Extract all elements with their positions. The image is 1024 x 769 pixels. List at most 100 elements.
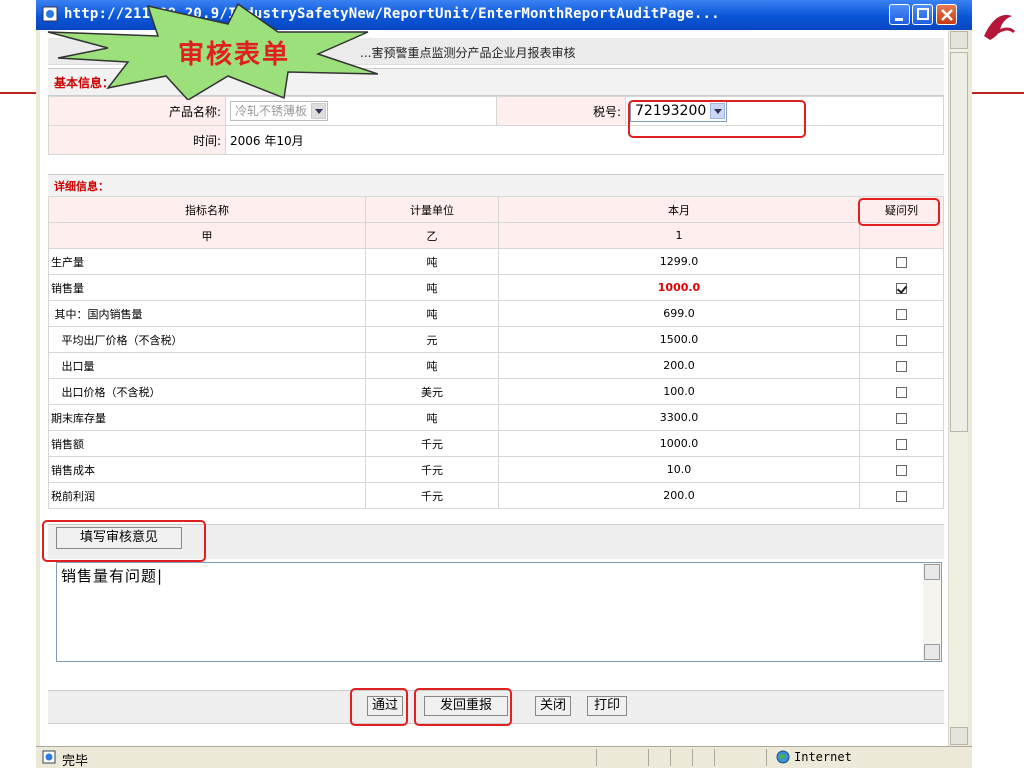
row-question-cell [859, 300, 944, 327]
question-checkbox[interactable] [896, 308, 907, 320]
table-row: 销售成本 千元 10.0 [48, 456, 944, 483]
status-divider [692, 749, 693, 766]
row-unit: 千元 [365, 430, 499, 457]
row-unit: 吨 [365, 274, 499, 301]
question-checkbox[interactable] [896, 464, 907, 476]
table-row: 税前利润 千元 200.0 [48, 482, 944, 509]
detail-table: 指标名称 计量单位 本月 疑问列 甲 乙 1 生产量吨 1299.0 销售量吨 100… [48, 196, 944, 509]
page-content: ...害预警重点监测分产品企业月报表审核 基本信息： 产品名称: 冷轧不锈薄板 … [40, 30, 948, 746]
maximize-button[interactable] [912, 4, 933, 25]
row-unit: 元 [365, 326, 499, 353]
row-name: 销售成本 [48, 456, 366, 483]
status-divider [714, 749, 715, 766]
index-month: 1 [498, 222, 860, 249]
question-checkbox[interactable] [896, 412, 907, 424]
row-question-cell [859, 274, 944, 301]
minimize-button[interactable] [889, 4, 910, 25]
question-checkbox[interactable] [896, 360, 907, 372]
scroll-down-icon[interactable] [950, 727, 968, 745]
row-unit: 吨 [365, 300, 499, 327]
row-value: 200.0 [498, 352, 860, 379]
row-question-cell [859, 456, 944, 483]
table-row: 平均出厂价格（不含税）元 1500.0 [48, 326, 944, 353]
row-unit: 吨 [365, 404, 499, 431]
scroll-up-icon[interactable] [950, 31, 968, 49]
product-name-value: 冷轧不锈薄板 [235, 104, 308, 118]
question-checkbox[interactable] [896, 334, 907, 346]
opinion-textarea[interactable]: 销售量有问题| [56, 562, 942, 662]
callout-text: 审核表单 [178, 40, 291, 70]
opinion-text: 销售量有问题| [61, 567, 164, 585]
table-row: 其中：国内销售量吨 699.0 [48, 300, 944, 327]
chevron-down-icon [311, 103, 327, 119]
close-button[interactable]: 关闭 [535, 696, 571, 716]
question-checkbox[interactable] [896, 282, 907, 294]
scroll-thumb[interactable] [950, 52, 968, 432]
tax-label: 税号: [496, 96, 626, 126]
page-scrollbar[interactable] [948, 30, 968, 746]
product-name-label: 产品名称: [48, 96, 226, 126]
question-checkbox[interactable] [896, 256, 907, 268]
status-bar: 完毕 Internet [36, 746, 972, 769]
index-question [859, 222, 944, 249]
row-question-cell [859, 248, 944, 275]
minimize-icon [895, 18, 903, 21]
row-value: 699.0 [498, 300, 860, 327]
close-icon [941, 9, 953, 21]
row-name: 税前利润 [48, 482, 366, 509]
time-value: 2006 年10月 [225, 125, 944, 155]
detail-info-label: 详细信息： [54, 180, 109, 193]
row-question-cell [859, 482, 944, 509]
index-unit: 乙 [365, 222, 499, 249]
slide-rule-left [0, 92, 40, 94]
row-unit: 吨 [365, 352, 499, 379]
row-value: 100.0 [498, 378, 860, 405]
question-checkbox[interactable] [896, 438, 907, 450]
page-title: ...害预警重点监测分产品企业月报表审核 [360, 46, 576, 60]
opinion-button-highlight [42, 520, 206, 562]
table-row: 出口价格（不含税） 美元 100.0 [48, 378, 944, 405]
row-name: 期末库存量 [48, 404, 366, 431]
tax-highlight [628, 100, 806, 138]
row-value: 1000.0 [498, 430, 860, 457]
time-label: 时间: [48, 125, 226, 155]
row-value: 1500.0 [498, 326, 860, 353]
question-column-highlight [858, 198, 940, 226]
row-value: 10.0 [498, 456, 860, 483]
row-question-cell [859, 378, 944, 405]
security-zone-text: Internet [794, 750, 852, 764]
row-unit: 吨 [365, 248, 499, 275]
question-checkbox[interactable] [896, 490, 907, 502]
col-header-unit: 计量单位 [365, 196, 499, 223]
row-value: 1000.0 [498, 274, 860, 301]
table-row: 生产量吨 1299.0 [48, 248, 944, 275]
row-question-cell [859, 404, 944, 431]
row-name: 销售量 [48, 274, 366, 301]
textarea-scrollbar[interactable] [923, 563, 941, 661]
close-window-button[interactable] [936, 4, 957, 25]
row-unit: 美元 [365, 378, 499, 405]
scroll-down-icon[interactable] [924, 644, 940, 660]
detail-info-bar [48, 174, 944, 197]
index-name: 甲 [48, 222, 366, 249]
row-value: 200.0 [498, 482, 860, 509]
basic-info-table: 产品名称: 冷轧不锈薄板 税号: 72193200 时间: 2006 年10月 [48, 96, 944, 155]
row-unit: 千元 [365, 482, 499, 509]
product-name-select[interactable]: 冷轧不锈薄板 [230, 101, 329, 121]
slide-rule-right [972, 92, 1024, 94]
product-name-cell: 冷轧不锈薄板 [225, 96, 497, 126]
scroll-up-icon[interactable] [924, 564, 940, 580]
row-question-cell [859, 352, 944, 379]
print-button[interactable]: 打印 [587, 696, 627, 716]
maximize-icon [917, 8, 929, 20]
slide-logo-icon [984, 14, 1016, 40]
row-value: 3300.0 [498, 404, 860, 431]
row-name: 其中：国内销售量 [48, 300, 366, 327]
table-row: 销售量吨 1000.0 [48, 274, 944, 301]
table-row: 期末库存量吨 3300.0 [48, 404, 944, 431]
row-value: 1299.0 [498, 248, 860, 275]
row-name: 平均出厂价格（不含税） [48, 326, 366, 353]
question-checkbox[interactable] [896, 386, 907, 398]
row-name: 生产量 [48, 248, 366, 275]
browser-window: http://211.88.20.9/IndustrySafetyNew/Rep… [36, 0, 972, 769]
